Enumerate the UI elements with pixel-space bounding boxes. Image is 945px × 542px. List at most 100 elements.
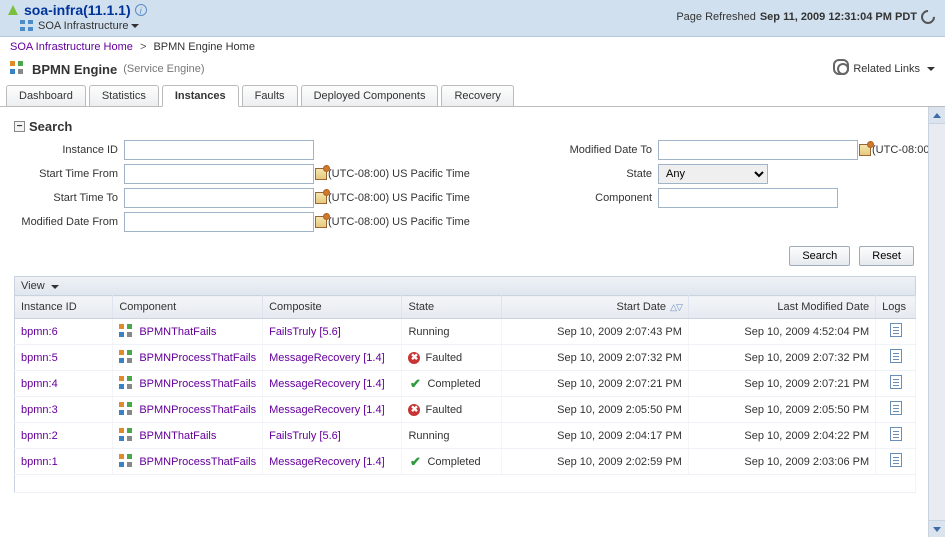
search-button[interactable]: Search [789,246,850,266]
composite-link[interactable]: MessageRecovery [1.4] [269,352,385,364]
component-link[interactable]: BPMNThatFails [139,325,216,337]
table-row: bpmn:4 BPMNProcessThatFails MessageRecover… [15,371,916,397]
date-picker-icon[interactable] [858,143,872,157]
component-icon [119,324,135,340]
tab-dashboard[interactable]: Dashboard [6,85,86,106]
instance-id-input[interactable] [124,140,314,160]
instance-link[interactable]: bpmn:5 [21,352,58,364]
date-picker-icon[interactable] [314,167,328,181]
status-up-icon [8,5,18,15]
tz-label: (UTC-08:00) US Pacific Time [328,216,498,228]
top-header: soa-infra(11.1.1) i SOA Infrastructure P… [0,0,945,37]
soa-infra-menu[interactable]: SOA Infrastructure [38,20,128,32]
log-icon[interactable] [890,427,902,441]
chevron-down-icon[interactable] [51,285,59,289]
last-modified-date: Sep 10, 2009 2:03:06 PM [688,449,875,475]
log-icon[interactable] [890,323,902,337]
start-date: Sep 10, 2009 2:07:21 PM [501,371,688,397]
label-modified-from: Modified Date From [14,216,124,228]
state-select[interactable]: Any [658,164,768,184]
start-date: Sep 10, 2009 2:04:17 PM [501,423,688,449]
col-component[interactable]: Component [113,296,263,319]
date-picker-icon[interactable] [314,215,328,229]
col-state[interactable]: State [402,296,501,319]
component-link[interactable]: BPMNProcessThatFails [139,403,256,415]
reset-button[interactable]: Reset [859,246,914,266]
component-link[interactable]: BPMNThatFails [139,429,216,441]
table-row: bpmn:3 BPMNProcessThatFails MessageRecover… [15,397,916,423]
info-icon[interactable]: i [135,4,147,16]
label-component: Component [548,192,658,204]
log-icon[interactable] [890,375,902,389]
instance-link[interactable]: bpmn:6 [21,326,58,338]
scroll-down[interactable] [929,520,945,537]
start-date: Sep 10, 2009 2:02:59 PM [501,449,688,475]
related-links[interactable]: Related Links [837,63,935,75]
engine-header: BPMN Engine (Service Engine) Related Lin… [0,57,945,83]
tab-instances[interactable]: Instances [162,85,239,107]
col-logs[interactable]: Logs [876,296,916,319]
date-picker-icon[interactable] [314,191,328,205]
tz-label: (UTC-08:00) US Pacific Time [328,192,498,204]
component-link[interactable]: BPMNProcessThatFails [139,351,256,363]
start-from-input[interactable] [124,164,314,184]
tab-recovery[interactable]: Recovery [441,85,513,106]
component-input[interactable] [658,188,838,208]
scrollbar[interactable] [928,107,945,537]
composite-link[interactable]: MessageRecovery [1.4] [269,404,385,416]
view-menu-bar: View [14,276,916,295]
tree-icon [20,20,34,32]
breadcrumb-link[interactable]: SOA Infrastructure Home [10,41,133,53]
col-start-date[interactable]: Start Date△▽ [501,296,688,319]
col-composite[interactable]: Composite [263,296,402,319]
tab-faults[interactable]: Faults [242,85,298,106]
start-to-input[interactable] [124,188,314,208]
log-icon[interactable] [890,349,902,363]
engine-subtitle: (Service Engine) [123,63,204,75]
refresh-icon[interactable] [918,7,938,27]
component-link[interactable]: BPMNProcessThatFails [139,455,256,467]
label-modified-to: Modified Date To [548,144,658,156]
log-icon[interactable] [890,453,902,467]
chevron-down-icon[interactable] [927,67,935,71]
composite-link[interactable]: MessageRecovery [1.4] [269,378,385,390]
last-modified-date: Sep 10, 2009 2:04:22 PM [688,423,875,449]
instance-link[interactable]: bpmn:3 [21,404,58,416]
state-label: Completed [427,456,480,468]
table-row: bpmn:2BPMNThatFailsFailsTruly [5.6]Runni… [15,423,916,449]
composite-link[interactable]: MessageRecovery [1.4] [269,456,385,468]
log-icon[interactable] [890,401,902,415]
composite-link[interactable]: FailsTruly [5.6] [269,326,341,338]
tz-label: (UTC-08:00) US Pacific Time [872,144,928,156]
component-link[interactable]: BPMNProcessThatFails [139,377,256,389]
last-modified-date: Sep 10, 2009 2:05:50 PM [688,397,875,423]
search-heading: Search [29,119,72,134]
faulted-icon: ✖ [408,404,420,416]
instance-link[interactable]: bpmn:4 [21,378,58,390]
collapse-icon[interactable]: − [14,121,25,132]
last-modified-date: Sep 10, 2009 2:07:32 PM [688,345,875,371]
instance-link[interactable]: bpmn:2 [21,430,58,442]
component-icon [119,454,135,470]
modified-to-input[interactable] [658,140,858,160]
breadcrumb: SOA Infrastructure Home > BPMN Engine Ho… [0,37,945,57]
composite-link[interactable]: FailsTruly [5.6] [269,430,341,442]
col-instance-id[interactable]: Instance ID [15,296,113,319]
view-menu[interactable]: View [21,280,59,292]
engine-icon [10,61,26,77]
instance-link[interactable]: bpmn:1 [21,456,58,468]
sort-icon[interactable]: △▽ [670,302,682,312]
target-title[interactable]: soa-infra(11.1.1) [24,2,131,18]
modified-from-input[interactable] [124,212,314,232]
tab-deployed-components[interactable]: Deployed Components [301,85,439,106]
tab-statistics[interactable]: Statistics [89,85,159,106]
component-icon [119,350,135,366]
engine-title: BPMN Engine [32,62,117,77]
col-last-modified[interactable]: Last Modified Date [688,296,875,319]
chevron-down-icon[interactable] [131,24,139,28]
last-modified-date: Sep 10, 2009 4:52:04 PM [688,319,875,345]
tabs: DashboardStatisticsInstancesFaultsDeploy… [0,85,945,107]
label-instance-id: Instance ID [14,144,124,156]
start-date: Sep 10, 2009 2:07:32 PM [501,345,688,371]
scroll-up[interactable] [929,107,945,124]
